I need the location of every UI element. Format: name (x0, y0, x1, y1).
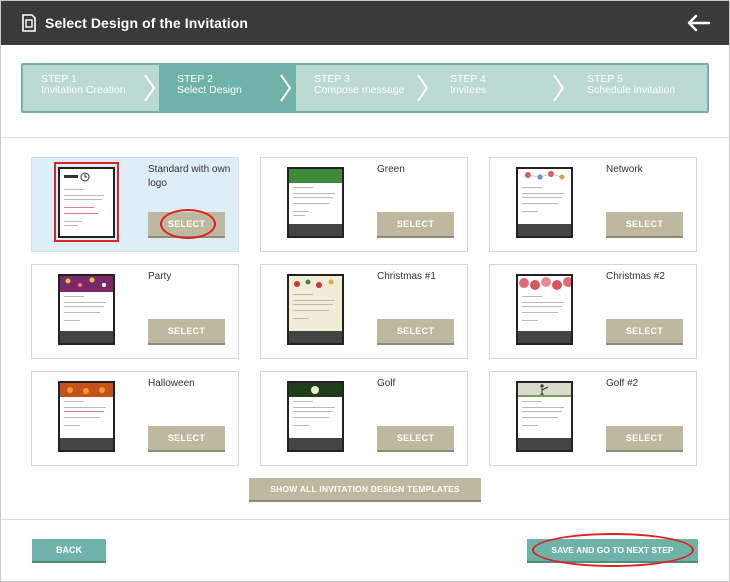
design-name: Halloween (148, 378, 195, 389)
design-card-party[interactable]: Party SELECT (31, 264, 239, 359)
clock-icon (80, 172, 90, 182)
design-card-standard[interactable]: Standard with own logo SELECT (31, 157, 239, 252)
design-thumbnail (516, 167, 573, 238)
design-name: Party (148, 271, 172, 282)
step-5[interactable]: STEP 5 Schedule invitation (569, 65, 707, 111)
invitation-doc-icon (22, 14, 36, 32)
design-thumbnail (516, 274, 573, 345)
design-card-christmas-2[interactable]: Christmas #2 SELECT (489, 264, 697, 359)
ornaments-icon (294, 279, 334, 288)
select-design-button[interactable]: SELECT (148, 212, 225, 236)
network-pattern-icon (525, 171, 565, 180)
wizard-stepper: STEP 1 Invitation Creation STEP 2 Select… (21, 63, 709, 113)
design-card-halloween[interactable]: Halloween SELECT (31, 371, 239, 466)
design-name: Network (606, 164, 643, 175)
design-card-christmas-1[interactable]: Christmas #1 SELECT (260, 264, 468, 359)
design-thumbnail (58, 381, 115, 452)
select-design-button[interactable]: SELECT (148, 426, 225, 450)
step-4[interactable]: STEP 4 Invitees (432, 65, 569, 111)
invitation-design-window: Select Design of the Invitation STEP 1 I… (0, 0, 730, 582)
select-design-button[interactable]: SELECT (377, 212, 454, 236)
golfer-silhouette-icon (518, 384, 571, 397)
chevron-right-icon (144, 74, 156, 102)
step-1[interactable]: STEP 1 Invitation Creation (23, 65, 160, 111)
divider (1, 519, 729, 520)
baubles-icon (519, 277, 571, 290)
design-name: Green (377, 164, 405, 175)
design-thumbnail (58, 274, 115, 345)
step-3[interactable]: STEP 3 Compose message (296, 65, 433, 111)
design-thumbnail (58, 167, 115, 238)
chevron-right-icon (280, 74, 292, 102)
party-lights-icon (65, 277, 106, 287)
design-card-golf-2[interactable]: Golf #2 SELECT (489, 371, 697, 466)
back-button[interactable]: BACK (32, 539, 106, 561)
design-card-network[interactable]: Network SELECT (489, 157, 697, 252)
select-design-button[interactable]: SELECT (377, 319, 454, 343)
step-label: Schedule invitation (587, 84, 676, 96)
golf-ball-icon (311, 386, 319, 394)
select-design-button[interactable]: SELECT (606, 212, 683, 236)
design-name: Christmas #2 (606, 271, 665, 282)
step-2[interactable]: STEP 2 Select Design (159, 65, 296, 111)
header-bar: Select Design of the Invitation (1, 1, 729, 45)
page-title: Select Design of the Invitation (45, 15, 249, 31)
show-all-templates-button[interactable]: SHOW ALL INVITATION DESIGN TEMPLATES (249, 478, 481, 500)
select-design-button[interactable]: SELECT (148, 319, 225, 343)
design-thumbnail (287, 167, 344, 238)
chevron-right-icon (417, 74, 429, 102)
design-name: Golf (377, 378, 396, 389)
design-card-green[interactable]: Green SELECT (260, 157, 468, 252)
design-name: Christmas #1 (377, 271, 436, 282)
chevron-right-icon (553, 74, 565, 102)
select-design-button[interactable]: SELECT (606, 319, 683, 343)
save-and-next-button[interactable]: SAVE AND GO TO NEXT STEP (527, 539, 698, 561)
design-name: Standard with own logo (148, 164, 231, 189)
design-thumbnail (287, 274, 344, 345)
divider (1, 137, 729, 138)
select-design-button[interactable]: SELECT (377, 426, 454, 450)
pumpkin-icon (67, 387, 105, 394)
arrow-left-icon[interactable] (685, 11, 711, 35)
design-thumbnail (516, 381, 573, 452)
design-card-golf[interactable]: Golf SELECT (260, 371, 468, 466)
design-thumbnail (287, 381, 344, 452)
design-name: Golf #2 (606, 378, 639, 389)
select-design-button[interactable]: SELECT (606, 426, 683, 450)
